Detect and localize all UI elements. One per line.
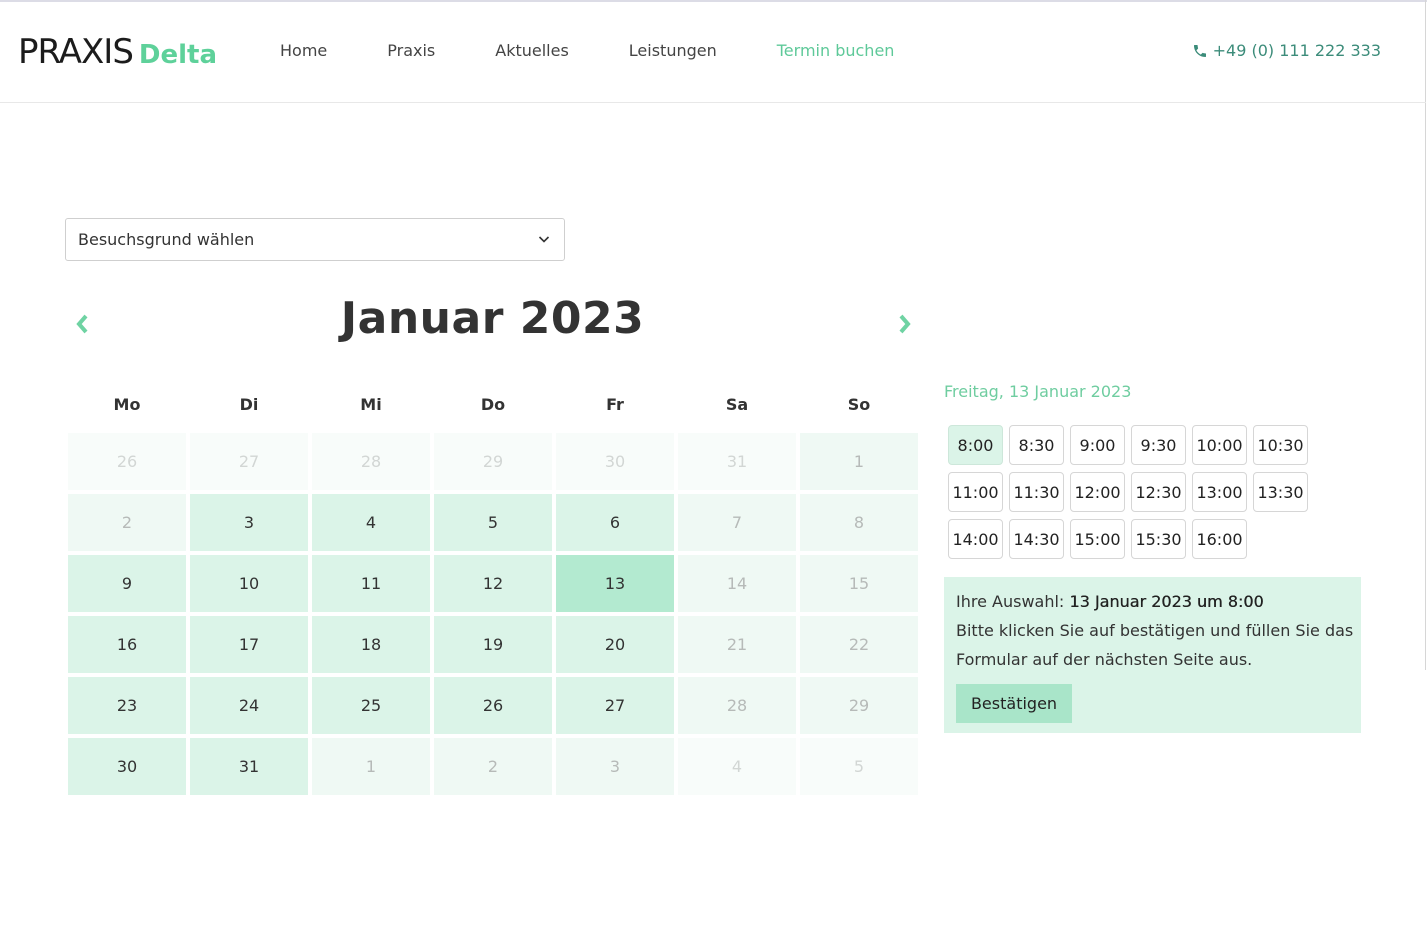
calendar-day[interactable]: 31 — [190, 738, 308, 795]
time-slot[interactable]: 11:30 — [1009, 472, 1064, 512]
time-slot[interactable]: 11:00 — [948, 472, 1003, 512]
next-month-button[interactable] — [893, 312, 917, 336]
phone-icon — [1193, 44, 1206, 57]
summary-selection-line: Ihre Auswahl: 13 Januar 2023 um 8:00 — [956, 592, 1264, 611]
calendar-day[interactable]: 10 — [190, 555, 308, 612]
calendar-day: 2 — [434, 738, 552, 795]
calendar-day[interactable]: 12 — [434, 555, 552, 612]
chevron-down-icon — [538, 236, 550, 243]
calendar-day[interactable]: 30 — [68, 738, 186, 795]
calendar-day: 21 — [678, 616, 796, 673]
weekday-label: Fr — [606, 395, 624, 414]
selection-summary: Ihre Auswahl: 13 Januar 2023 um 8:00 Bit… — [944, 577, 1361, 733]
calendar-day: 1 — [312, 738, 430, 795]
calendar-day[interactable]: 18 — [312, 616, 430, 673]
calendar-day: 5 — [800, 738, 918, 795]
calendar-day[interactable]: 17 — [190, 616, 308, 673]
nav-item-praxis[interactable]: Praxis — [387, 41, 435, 60]
time-slot[interactable]: 13:30 — [1253, 472, 1308, 512]
month-title: Januar 2023 — [340, 293, 645, 344]
logo[interactable]: PRAXIS Delta — [18, 32, 217, 72]
time-slot[interactable]: 10:30 — [1253, 425, 1308, 465]
summary-instruction-line-1: Bitte klicken Sie auf bestätigen und fül… — [956, 621, 1354, 640]
calendar-day[interactable]: 23 — [68, 677, 186, 734]
calendar-day: 30 — [556, 433, 674, 490]
time-slot-selected[interactable]: 8:00 — [948, 425, 1003, 465]
calendar-day: 26 — [68, 433, 186, 490]
time-slot[interactable]: 9:00 — [1070, 425, 1125, 465]
time-slot[interactable]: 15:30 — [1131, 519, 1186, 559]
nav-item-aktuelles[interactable]: Aktuelles — [495, 41, 569, 60]
prev-month-button[interactable] — [70, 312, 94, 336]
time-slot-grid: 8:00 8:30 9:00 9:30 10:00 10:30 11:00 11:30 12:0… — [948, 425, 1308, 559]
calendar-day: 1 — [800, 433, 918, 490]
calendar-day: 29 — [800, 677, 918, 734]
calendar-day[interactable]: 6 — [556, 494, 674, 551]
calendar-day[interactable]: 27 — [556, 677, 674, 734]
calendar-day[interactable]: 5 — [434, 494, 552, 551]
calendar-day: 4 — [678, 738, 796, 795]
time-slot[interactable]: 10:00 — [1192, 425, 1247, 465]
calendar-day[interactable]: 4 — [312, 494, 430, 551]
summary-selection: 13 Januar 2023 um 8:00 — [1069, 592, 1264, 611]
calendar-day: 29 — [434, 433, 552, 490]
calendar-day[interactable]: 11 — [312, 555, 430, 612]
weekday-label: Do — [480, 395, 506, 414]
calendar-day[interactable]: 26 — [434, 677, 552, 734]
calendar-day: 27 — [190, 433, 308, 490]
calendar-day: 3 — [556, 738, 674, 795]
chevron-left-icon — [76, 314, 88, 334]
calendar-day: 7 — [678, 494, 796, 551]
selected-date-heading: Freitag, 13 Januar 2023 — [944, 382, 1132, 401]
time-slot[interactable]: 13:00 — [1192, 472, 1247, 512]
calendar-day: 31 — [678, 433, 796, 490]
phone-number: +49 (0) 111 222 333 — [1212, 41, 1381, 60]
main-nav: Home Praxis Aktuelles Leistungen Termin … — [280, 41, 954, 60]
calendar-day: 8 — [800, 494, 918, 551]
phone-link[interactable]: +49 (0) 111 222 333 — [1192, 41, 1381, 60]
weekday-label: Di — [239, 395, 259, 414]
nav-item-termin-buchen[interactable]: Termin buchen — [777, 41, 895, 60]
time-slot[interactable]: 12:00 — [1070, 472, 1125, 512]
calendar-grid: 26 27 28 29 30 31 1 2 3 4 5 6 7 8 9 10 11 12 13 14 15 16 17 18 1… — [66, 431, 918, 795]
calendar-day-selected[interactable]: 13 — [556, 555, 674, 612]
weekday-label: Mo — [113, 395, 141, 414]
nav-item-home[interactable]: Home — [280, 41, 327, 60]
time-slot[interactable]: 8:30 — [1009, 425, 1064, 465]
calendar-day[interactable]: 9 — [68, 555, 186, 612]
calendar-day: 2 — [68, 494, 186, 551]
chevron-right-icon — [899, 314, 911, 334]
calendar-day: 14 — [678, 555, 796, 612]
time-slot[interactable]: 14:00 — [948, 519, 1003, 559]
time-slot[interactable]: 15:00 — [1070, 519, 1125, 559]
calendar-day: 28 — [678, 677, 796, 734]
visit-reason-label: Besuchsgrund wählen — [78, 230, 255, 249]
time-slot[interactable]: 14:30 — [1009, 519, 1064, 559]
weekday-label: So — [847, 395, 871, 414]
summary-prefix: Ihre Auswahl: — [956, 592, 1070, 611]
calendar-day[interactable]: 16 — [68, 616, 186, 673]
calendar-day: 15 — [800, 555, 918, 612]
weekday-label: Sa — [725, 395, 749, 414]
visit-reason-select[interactable]: Besuchsgrund wählen — [65, 218, 565, 261]
calendar-day: 22 — [800, 616, 918, 673]
nav-item-leistungen[interactable]: Leistungen — [629, 41, 717, 60]
site-header: PRAXIS Delta Home Praxis Aktuelles Leist… — [0, 2, 1426, 103]
logo-text: PRAXIS — [18, 32, 134, 72]
logo-accent-text: Delta — [138, 40, 218, 70]
calendar-day[interactable]: 3 — [190, 494, 308, 551]
time-slot[interactable]: 12:30 — [1131, 472, 1186, 512]
weekday-label: Mi — [360, 395, 382, 414]
calendar-day[interactable]: 20 — [556, 616, 674, 673]
summary-instruction-line-2: Formular auf der nächsten Seite aus. — [956, 650, 1253, 669]
time-slot[interactable]: 16:00 — [1192, 519, 1247, 559]
calendar-day[interactable]: 19 — [434, 616, 552, 673]
calendar-day[interactable]: 25 — [312, 677, 430, 734]
calendar-day: 28 — [312, 433, 430, 490]
confirm-button[interactable]: Bestätigen — [956, 684, 1072, 723]
weekday-header: Mo Di Mi Do Fr Sa So — [66, 395, 920, 414]
time-slot[interactable]: 9:30 — [1131, 425, 1186, 465]
calendar-day[interactable]: 24 — [190, 677, 308, 734]
